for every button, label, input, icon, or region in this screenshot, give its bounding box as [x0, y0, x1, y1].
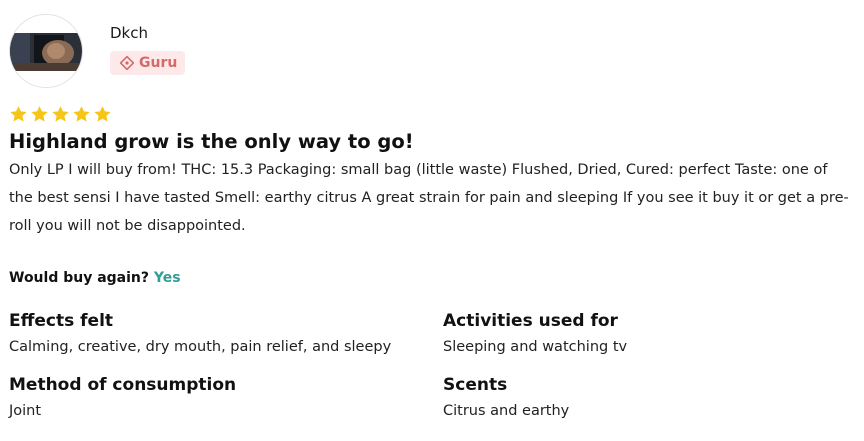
star-rating	[9, 105, 112, 124]
method-value: Joint	[9, 403, 42, 419]
activities-value: Sleeping and watching tv	[443, 339, 628, 355]
would-buy-again-value: Yes	[153, 270, 181, 286]
effects-value: Calming, creative, dry mouth, pain relie…	[9, 339, 392, 355]
scents-value: Citrus and earthy	[443, 403, 570, 419]
would-buy-again-label: Would buy again?	[9, 270, 150, 286]
star-icon	[73, 106, 90, 122]
review-body: Only LP I will buy from! THC: 15.3 Packa…	[9, 162, 849, 234]
diamond-badge-icon	[120, 56, 134, 70]
would-buy-again: Would buy again? Yes	[9, 270, 181, 286]
star-icon	[10, 106, 27, 122]
effects-title: Effects felt	[9, 311, 114, 331]
reviewer-name[interactable]: Dkch	[110, 24, 148, 42]
badge-label: Guru	[139, 55, 178, 71]
reviewer-badge: Guru	[110, 51, 185, 75]
star-icon	[31, 106, 48, 122]
star-icon	[94, 106, 111, 122]
scents-title: Scents	[443, 375, 508, 395]
review-title: Highland grow is the only way to go!	[9, 130, 414, 153]
avatar-photo	[10, 15, 82, 87]
star-icon	[52, 106, 69, 122]
method-title: Method of consumption	[9, 375, 237, 395]
avatar[interactable]	[9, 14, 83, 88]
activities-title: Activities used for	[443, 311, 618, 331]
